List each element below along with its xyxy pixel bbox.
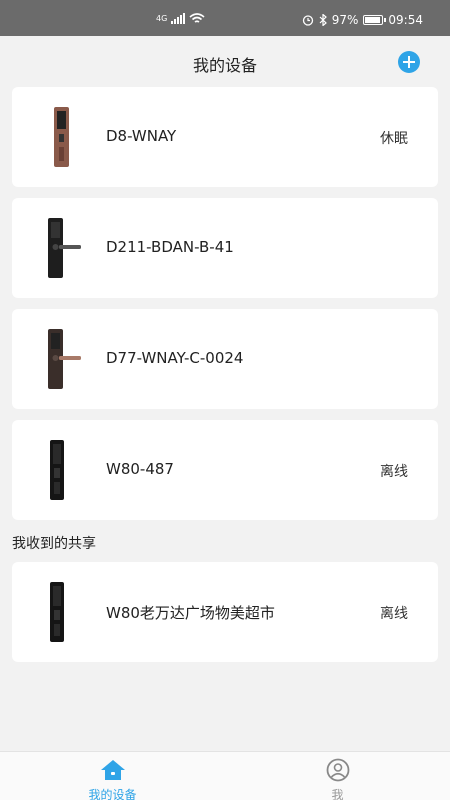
- shared-section-title: 我收到的共享: [12, 536, 96, 552]
- network-type: 4G: [156, 14, 168, 23]
- status-bar: 4G 97% 09:54: [0, 0, 450, 36]
- status-right: 97% 09:54: [302, 13, 423, 27]
- door-lock-thumbnail: [54, 107, 69, 167]
- tab-my-devices[interactable]: 我的设备: [0, 752, 225, 800]
- device-name: D211-BDAN-B-41: [106, 238, 234, 256]
- tab-label: 我: [331, 788, 344, 800]
- status-icons: 4G: [156, 13, 205, 24]
- device-status: 离线: [380, 464, 408, 480]
- shared-device-card[interactable]: W80老万达广场物美超市 离线: [12, 562, 438, 662]
- battery-fill: [365, 17, 381, 23]
- tab-label: 我的设备: [88, 788, 137, 800]
- device-card[interactable]: D211-BDAN-B-41: [12, 198, 438, 298]
- device-card[interactable]: D77-WNAY-C-0024: [12, 309, 438, 409]
- app-header: 我的设备: [0, 36, 450, 88]
- device-name: W80-487: [106, 460, 174, 478]
- device-card[interactable]: D8-WNAY 休眠: [12, 87, 438, 187]
- home-icon: [101, 760, 125, 780]
- user-icon: [326, 758, 350, 782]
- door-lock-thumbnail: [50, 440, 64, 500]
- alarm-icon: [302, 15, 313, 26]
- wifi-icon: [189, 13, 205, 23]
- signal-icon: [171, 13, 186, 24]
- device-status: 离线: [380, 606, 408, 622]
- clock: 09:54: [388, 13, 423, 27]
- bottom-tab-bar: 我的设备 我: [0, 751, 450, 800]
- page-title: 我的设备: [192, 56, 257, 75]
- tab-me[interactable]: 我: [225, 752, 450, 800]
- door-lock-thumbnail: [50, 582, 64, 642]
- door-lock-thumbnail: [48, 329, 81, 389]
- device-name: D8-WNAY: [106, 127, 177, 145]
- add-device-button[interactable]: [398, 51, 420, 73]
- device-name: D77-WNAY-C-0024: [106, 349, 244, 367]
- device-status: 休眠: [380, 131, 408, 147]
- bluetooth-icon: [319, 14, 327, 26]
- door-lock-thumbnail: [48, 218, 81, 278]
- battery-percent: 97%: [331, 13, 359, 27]
- device-name: W80老万达广场物美超市: [106, 604, 275, 622]
- device-card[interactable]: W80-487 离线: [12, 420, 438, 520]
- battery-icon: [363, 15, 387, 25]
